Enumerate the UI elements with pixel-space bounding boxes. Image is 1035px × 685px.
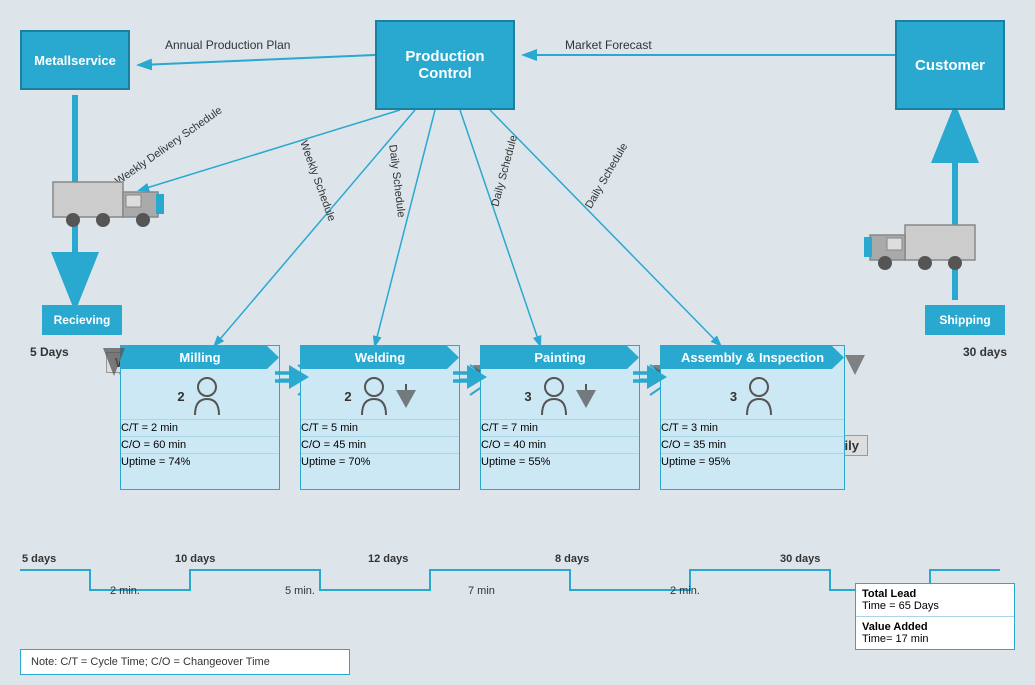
operator-icon-milling: [191, 377, 223, 415]
operator-icon-assembly: [743, 377, 775, 415]
lead-time-box: Total Lead Time = 65 Days Value Added Ti…: [855, 583, 1015, 650]
truck-right-container: Daily: [860, 215, 980, 275]
daily-schedule-label-3: Daily Schedule: [583, 141, 630, 211]
truck-right-icon: [860, 215, 980, 270]
milling-uptime: Uptime = 74%: [121, 454, 279, 470]
painting-uptime: Uptime = 55%: [481, 454, 639, 470]
total-lead-time: Total Lead Time = 65 Days: [856, 584, 1014, 617]
note-box: Note: C/T = Cycle Time; C/O = Changeover…: [20, 649, 350, 675]
operator-icon-painting: [538, 377, 570, 415]
assembly-process: Assembly & Inspection 3 C/T = 3 min C/O …: [660, 345, 845, 490]
welding-co: C/O = 45 min: [301, 437, 459, 454]
value-added-time: Value Added Time= 17 min: [856, 617, 1014, 649]
receiving-box: Recieving: [42, 305, 122, 335]
painting-ct: C/T = 7 min: [481, 420, 639, 437]
truck-left-container: Weekly: [48, 172, 168, 232]
milling-co: C/O = 60 min: [121, 437, 279, 454]
days-label-10: 10 days: [175, 553, 215, 565]
inventory-triangle-pre-milling: [103, 348, 128, 378]
diagram: Production Control Metallservice Custome…: [0, 0, 1035, 685]
production-control-box: Production Control: [375, 20, 515, 110]
days-label-30: 30 days: [780, 553, 820, 565]
welding-uptime: Uptime = 70%: [301, 454, 459, 470]
welding-process: Welding 2 C/T = 5 min C/O = 45 min: [300, 345, 460, 490]
painting-operator-count: 3: [524, 389, 531, 404]
welding-icons: 2: [301, 369, 459, 419]
milling-operator-count: 2: [177, 389, 184, 404]
daily-schedule-label-2: Daily Schedule: [489, 134, 520, 208]
painting-icons: 3: [481, 369, 639, 419]
inventory-icon-painting: [576, 384, 596, 408]
weekly-schedule-label: Weekly Schedule: [297, 139, 337, 223]
inventory-icon-welding: [396, 384, 416, 408]
welding-operator-count: 2: [344, 389, 351, 404]
assembly-operator-count: 3: [730, 389, 737, 404]
milling-process: Milling 2 C/T = 2 min C/O = 60 min Uptim…: [120, 345, 280, 490]
painting-header: Painting: [481, 346, 639, 369]
annual-plan-label: Annual Production Plan: [165, 38, 290, 52]
assembly-ct: C/T = 3 min: [661, 420, 844, 437]
assembly-uptime: Uptime = 95%: [661, 454, 844, 470]
receiving-days-label: 5 Days: [30, 345, 69, 359]
milling-ct: C/T = 2 min: [121, 420, 279, 437]
truck-left-icon: [48, 172, 168, 227]
shipping-days-label: 30 days: [963, 345, 1007, 359]
assembly-co: C/O = 35 min: [661, 437, 844, 454]
painting-co: C/O = 40 min: [481, 437, 639, 454]
days-label-5: 5 days: [22, 553, 56, 565]
milling-header: Milling: [121, 346, 279, 369]
metallservice-box: Metallservice: [20, 30, 130, 90]
min-label-2: 2 min.: [110, 585, 140, 597]
days-label-12: 12 days: [368, 553, 408, 565]
min-label-5: 5 min.: [285, 585, 315, 597]
welding-header: Welding: [301, 346, 459, 369]
market-forecast-label: Market Forecast: [565, 38, 652, 52]
assembly-icons: 3: [661, 369, 844, 419]
customer-box: Customer: [895, 20, 1005, 110]
min-label-2b: 2 min.: [670, 585, 700, 597]
painting-process: Painting 3 C/T = 7 min C/O = 40 min: [480, 345, 640, 490]
days-label-8: 8 days: [555, 553, 589, 565]
min-label-7: 7 min: [468, 585, 495, 597]
operator-icon-welding: [358, 377, 390, 415]
shipping-box: Shipping: [925, 305, 1005, 335]
welding-ct: C/T = 5 min: [301, 420, 459, 437]
daily-schedule-label-1: Daily Schedule: [386, 144, 407, 218]
assembly-header: Assembly & Inspection: [661, 346, 844, 369]
milling-icons: 2: [121, 369, 279, 419]
